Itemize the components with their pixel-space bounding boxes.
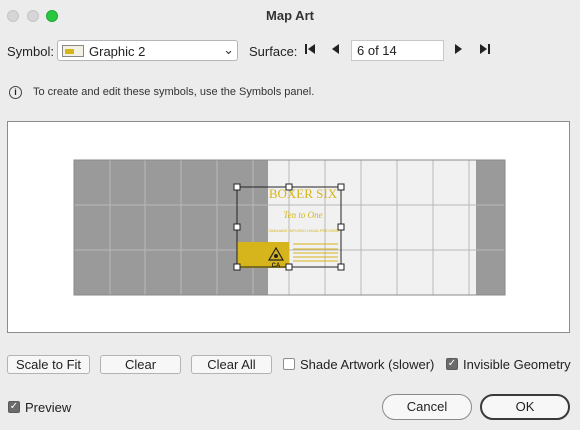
surface-label: Surface: bbox=[249, 44, 298, 59]
surface-field[interactable] bbox=[351, 40, 444, 61]
window-title: Map Art bbox=[266, 8, 314, 23]
previous-surface-icon bbox=[332, 44, 339, 54]
badge-text: CA bbox=[272, 263, 281, 269]
last-surface-button[interactable] bbox=[477, 42, 493, 60]
chevron-down-icon: ⌄ bbox=[223, 42, 234, 57]
art-tagline-text: Ten to One bbox=[283, 210, 322, 220]
art-brand-text: BOXER SIX bbox=[269, 186, 338, 201]
title-bar: Map Art bbox=[0, 0, 580, 32]
shade-artwork-checkbox[interactable] bbox=[283, 358, 295, 370]
next-surface-button[interactable] bbox=[450, 42, 466, 60]
info-icon: i bbox=[9, 86, 22, 99]
clear-button[interactable]: Clear bbox=[100, 355, 181, 374]
scale-to-fit-button[interactable]: Scale to Fit bbox=[7, 355, 90, 374]
ok-button[interactable]: OK bbox=[480, 394, 570, 420]
previous-surface-button[interactable] bbox=[328, 42, 344, 60]
next-surface-icon bbox=[455, 44, 462, 54]
hidden-surface-region-right bbox=[476, 160, 505, 295]
symbol-select-value: Graphic 2 bbox=[89, 44, 146, 59]
surface-map: CA BOXER SIX Ten to One CANNABIS INFUSED… bbox=[73, 159, 506, 296]
art-small-line-text: CANNABIS INFUSED HAND-PRESSED bbox=[267, 228, 339, 233]
clear-all-button[interactable]: Clear All bbox=[191, 355, 272, 374]
art-gold-block bbox=[237, 242, 289, 268]
preview-label: Preview bbox=[25, 400, 72, 415]
first-surface-icon bbox=[305, 44, 315, 54]
first-surface-button[interactable] bbox=[302, 42, 318, 60]
last-surface-icon bbox=[480, 44, 490, 54]
map-art-preview[interactable]: CA BOXER SIX Ten to One CANNABIS INFUSED… bbox=[7, 121, 570, 333]
invisible-geometry-label: Invisible Geometry bbox=[463, 357, 571, 372]
symbol-label: Symbol: bbox=[7, 44, 54, 59]
preview-checkbox[interactable]: ✓ bbox=[8, 401, 20, 413]
invisible-geometry-checkbox[interactable]: ✓ bbox=[446, 358, 458, 370]
cancel-button[interactable]: Cancel bbox=[382, 394, 472, 420]
symbol-thumbnail-icon bbox=[62, 45, 84, 57]
symbol-select[interactable]: Graphic 2 ⌄ bbox=[57, 40, 238, 61]
info-text: To create and edit these symbols, use th… bbox=[33, 86, 315, 98]
shade-artwork-label: Shade Artwork (slower) bbox=[300, 357, 435, 372]
